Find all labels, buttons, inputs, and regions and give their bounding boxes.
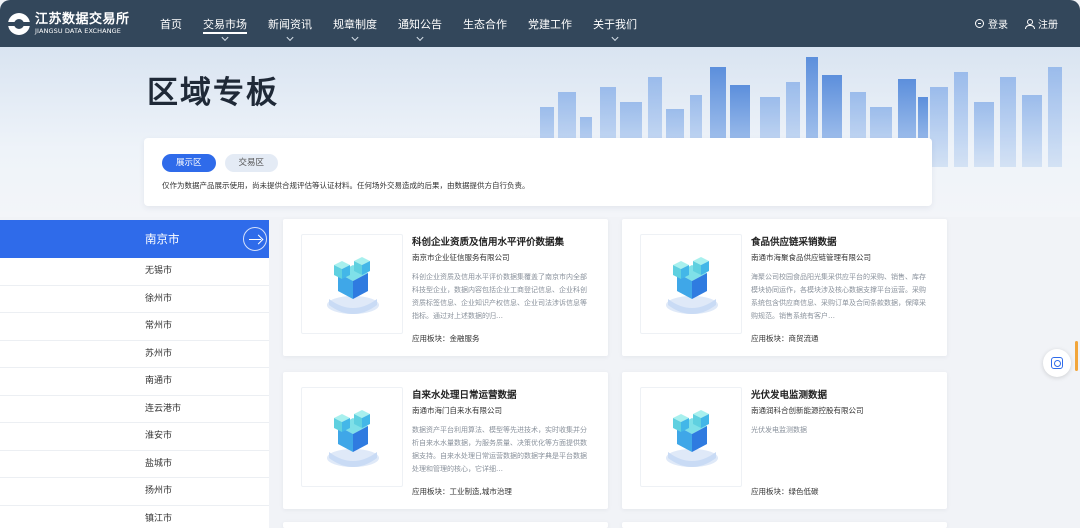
city-item[interactable]: 连云港市 bbox=[0, 396, 269, 423]
logo-subtitle: JIANGSU DATA EXCHANGE bbox=[35, 27, 122, 35]
cube-icon bbox=[301, 234, 403, 334]
region-tabs: 展示区 交易区 bbox=[162, 154, 287, 172]
city-item[interactable]: 南通市 bbox=[0, 368, 269, 396]
card-title: 食品供应链采销数据 bbox=[751, 237, 837, 248]
nav-item-label: 通知公告 bbox=[398, 17, 442, 31]
login-label: 登录 bbox=[988, 20, 1008, 31]
top-nav: 江苏数据交易所 JIANGSU DATA EXCHANGE 首页 交易市场 新闻资讯… bbox=[0, 0, 1080, 47]
nav-item[interactable]: 首页 bbox=[160, 0, 182, 47]
nav-item-label: 首页 bbox=[160, 17, 182, 31]
card-title: 自来水处理日常运营数据 bbox=[412, 390, 517, 401]
nav-item-label: 关于我们 bbox=[593, 17, 637, 31]
user-icon bbox=[1025, 19, 1035, 29]
card-company: 南通润科合创新能源控股有限公司 bbox=[751, 406, 864, 415]
chevron-down-icon bbox=[611, 33, 619, 42]
card-sector: 应用板块：工业制造,城市治理 bbox=[412, 487, 512, 496]
card-company: 南通市海聚食品供应链管理有限公司 bbox=[751, 253, 871, 262]
cube-icon bbox=[640, 234, 742, 334]
city-label: 镇江市 bbox=[145, 513, 173, 524]
data-product-card[interactable]: 科创企业资质及信用水平评价数据集 南京市企业征信服务有限公司 科创企业资质及信用… bbox=[283, 219, 608, 356]
nav-item[interactable]: 关于我们 bbox=[593, 0, 637, 47]
city-label: 南通市 bbox=[145, 376, 173, 386]
region-tab[interactable]: 交易区 bbox=[224, 154, 279, 172]
city-item[interactable]: 镇江市 bbox=[0, 506, 269, 528]
arrow-right-icon bbox=[243, 227, 267, 251]
nav-item-label: 生态合作 bbox=[463, 17, 507, 31]
city-label: 扬州市 bbox=[145, 486, 173, 496]
nav-item[interactable]: 党建工作 bbox=[528, 0, 572, 47]
city-item[interactable]: 徐州市 bbox=[0, 286, 269, 313]
nav-item[interactable]: 新闻资讯 bbox=[268, 0, 312, 47]
cube-icon bbox=[640, 387, 742, 487]
customer-service-button[interactable] bbox=[1043, 349, 1071, 377]
card-description: 海聚公司校园食品阳光集采供应平台的采购、销售、库存模块协同运作，各模块涉及核心数… bbox=[751, 273, 926, 320]
nav-item-label: 新闻资讯 bbox=[268, 17, 312, 31]
data-product-card[interactable] bbox=[283, 522, 608, 528]
disclaimer-notice: 仅作为数据产品展示使用，尚未提供合规评估等认证材料。任何场外交易造成的后果，由数… bbox=[162, 181, 530, 190]
card-sector: 应用板块：商贸流通 bbox=[751, 334, 819, 343]
nav-item[interactable]: 通知公告 bbox=[398, 0, 442, 47]
city-label: 南京市 bbox=[145, 232, 180, 246]
city-sidebar: 南京市无锡市徐州市常州市苏州市南通市连云港市淮安市盐城市扬州市镇江市 bbox=[0, 220, 269, 528]
login-link[interactable]: 登录 bbox=[975, 16, 1008, 31]
logo-title: 江苏数据交易所 bbox=[35, 12, 130, 27]
nav-item-label: 交易市场 bbox=[203, 17, 247, 31]
city-item[interactable]: 无锡市 bbox=[0, 258, 269, 286]
city-item[interactable]: 常州市 bbox=[0, 313, 269, 341]
card-description: 科创企业资质及信用水平评价数据集覆盖了南京市内全部科技型企业，数据内容包括企业工… bbox=[412, 273, 587, 320]
card-description: 数据资产平台利用算法、模型等先进技术，实时收集并分析自来水水量数据，为服务质量、… bbox=[412, 426, 587, 473]
card-description: 光伏发电监测数据 bbox=[751, 426, 807, 434]
city-label: 徐州市 bbox=[145, 293, 173, 304]
main-menu: 首页 交易市场 新闻资讯 规章制度 通知公告 生态合作 党建工作 关于我们 bbox=[160, 0, 658, 47]
cube-icon bbox=[301, 387, 403, 487]
data-product-card[interactable] bbox=[622, 522, 947, 528]
region-tab[interactable]: 展示区 bbox=[162, 154, 216, 172]
chevron-down-icon bbox=[221, 33, 229, 42]
data-product-card[interactable]: 自来水处理日常运营数据 南通市海门自来水有限公司 数据资产平台利用算法、模型等先… bbox=[283, 372, 608, 509]
page-title: 区域专板 bbox=[147, 75, 279, 111]
nav-item[interactable]: 规章制度 bbox=[333, 0, 377, 47]
nav-item-label: 规章制度 bbox=[333, 17, 377, 31]
card-sector: 应用板块：金融服务 bbox=[412, 334, 480, 343]
register-link[interactable]: 注册 bbox=[1025, 16, 1058, 31]
city-item[interactable]: 南京市 bbox=[0, 220, 269, 258]
city-item[interactable]: 扬州市 bbox=[0, 478, 269, 506]
site-logo[interactable]: 江苏数据交易所 JIANGSU DATA EXCHANGE bbox=[5, 12, 150, 35]
city-item[interactable]: 盐城市 bbox=[0, 451, 269, 478]
card-company: 南京市企业征信服务有限公司 bbox=[412, 253, 510, 262]
nav-item-label: 党建工作 bbox=[528, 17, 572, 31]
card-title: 光伏发电监测数据 bbox=[751, 390, 828, 401]
city-label: 淮安市 bbox=[145, 431, 173, 441]
scrollbar-thumb[interactable] bbox=[1075, 341, 1078, 371]
data-product-card[interactable]: 食品供应链采销数据 南通市海聚食品供应链管理有限公司 海聚公司校园食品阳光集采供… bbox=[622, 219, 947, 356]
register-label: 注册 bbox=[1038, 20, 1058, 31]
city-item[interactable]: 淮安市 bbox=[0, 423, 269, 451]
chevron-down-icon bbox=[416, 33, 424, 42]
city-item[interactable]: 苏州市 bbox=[0, 341, 269, 368]
chevron-down-icon bbox=[286, 33, 294, 42]
logo-icon bbox=[5, 12, 33, 35]
city-label: 常州市 bbox=[145, 321, 173, 331]
region-panel: 展示区 交易区 仅作为数据产品展示使用，尚未提供合规评估等认证材料。任何场外交易造… bbox=[144, 138, 932, 206]
login-icon bbox=[975, 19, 984, 28]
nav-item[interactable]: 交易市场 bbox=[203, 0, 247, 47]
card-title: 科创企业资质及信用水平评价数据集 bbox=[412, 237, 565, 248]
city-label: 苏州市 bbox=[145, 348, 173, 359]
chevron-down-icon bbox=[351, 33, 359, 42]
card-company: 南通市海门自来水有限公司 bbox=[412, 406, 502, 415]
city-label: 无锡市 bbox=[145, 266, 173, 276]
city-label: 连云港市 bbox=[145, 403, 182, 414]
data-product-card[interactable]: 光伏发电监测数据 南通润科合创新能源控股有限公司 光伏发电监测数据 应用板块：绿… bbox=[622, 372, 947, 509]
city-label: 盐城市 bbox=[145, 458, 173, 469]
card-sector: 应用板块：绿色低碳 bbox=[751, 487, 819, 496]
nav-item[interactable]: 生态合作 bbox=[463, 0, 507, 47]
